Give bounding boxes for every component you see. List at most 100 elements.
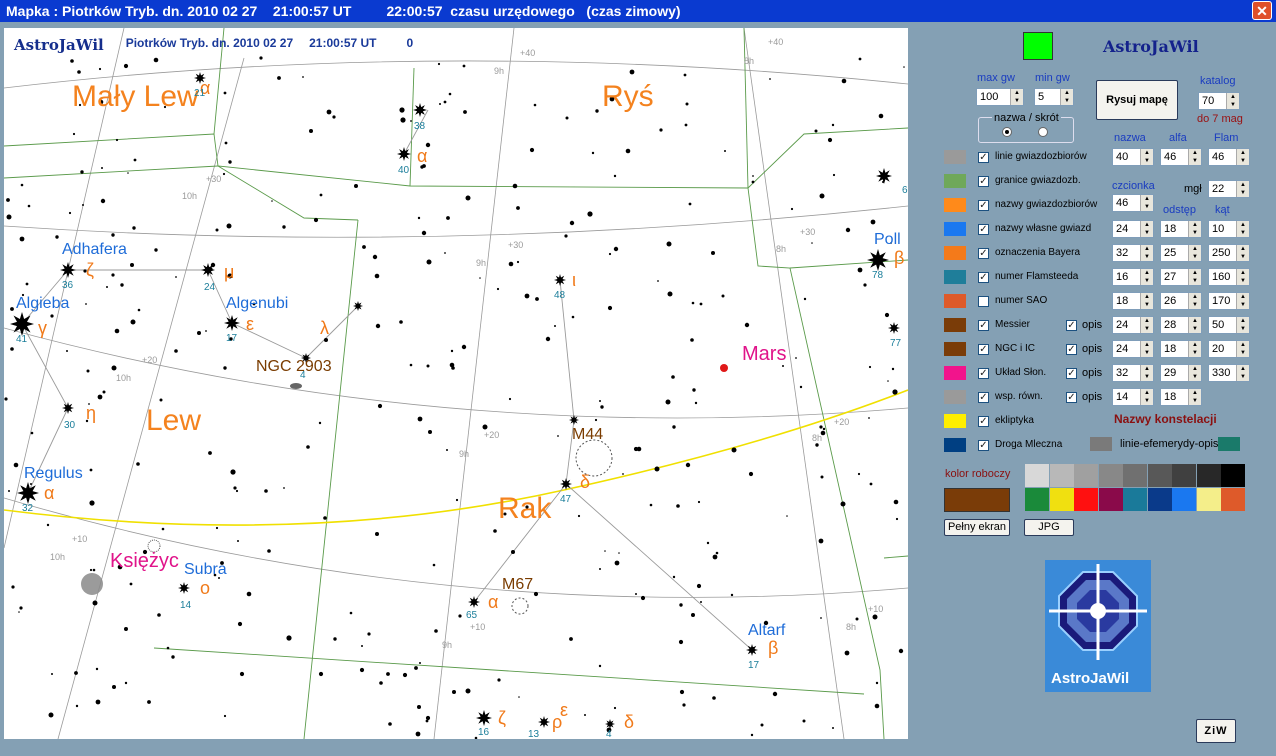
palette-color[interactable] [1196,488,1221,511]
layer-checkbox[interactable] [978,296,989,307]
layer-color-swatch[interactable] [944,438,966,452]
layer-checkbox[interactable]: ✓ [978,176,989,187]
layer-checkbox[interactable]: ✓ [978,248,989,259]
layer-value-spinner[interactable]: 14 ▲ ▼ [1112,388,1154,406]
opis-checkbox[interactable]: ✓ [1066,368,1077,379]
layer-checkbox[interactable]: ✓ [978,320,989,331]
layer-value-spinner[interactable]: 32 ▲ ▼ [1112,244,1154,262]
spinner-arrows-icon[interactable]: ▲ ▼ [1188,341,1201,357]
fullscreen-button[interactable]: Pełny ekran [944,519,1010,536]
layer-checkbox[interactable]: ✓ [978,440,989,451]
palette-color[interactable] [1049,464,1074,487]
layer-value-spinner[interactable]: 16 ▲ ▼ [1112,268,1154,286]
spinner-arrows-icon[interactable]: ▲ ▼ [1140,317,1153,333]
font-size-alfa-spinner[interactable]: 46 ▲ ▼ [1160,148,1202,166]
spinner-arrows-icon[interactable]: ▲ ▼ [1226,93,1239,109]
layer-value-spinner[interactable]: 160 ▲ ▼ [1208,268,1250,286]
layer-value-spinner[interactable]: 20 ▲ ▼ [1208,340,1250,358]
opis-checkbox[interactable]: ✓ [1066,320,1077,331]
layer-color-swatch[interactable] [944,318,966,332]
spinner-arrows-icon[interactable]: ▲ ▼ [1188,149,1201,165]
layer-color-swatch[interactable] [944,222,966,236]
spinner-arrows-icon[interactable]: ▲ ▼ [1010,89,1023,105]
layer-value-spinner[interactable]: 25 ▲ ▼ [1160,244,1202,262]
layer-value-spinner[interactable]: 24 ▲ ▼ [1112,220,1154,238]
layer-color-swatch[interactable] [944,246,966,260]
radio-name[interactable] [1002,127,1012,137]
layer-value-spinner[interactable]: 250 ▲ ▼ [1208,244,1250,262]
spinner-arrows-icon[interactable]: ▲ ▼ [1140,365,1153,381]
palette-color[interactable] [1074,488,1098,511]
spinner-arrows-icon[interactable]: ▲ ▼ [1236,221,1249,237]
spinner-arrows-icon[interactable]: ▲ ▼ [1188,317,1201,333]
font-size-flam-spinner[interactable]: 46 ▲ ▼ [1208,148,1250,166]
palette-color[interactable] [1221,488,1245,511]
layer-value-spinner[interactable]: 24 ▲ ▼ [1112,340,1154,358]
layer-color-swatch[interactable] [944,270,966,284]
layer-value-spinner[interactable]: 26 ▲ ▼ [1160,292,1202,310]
layer-checkbox[interactable]: ✓ [978,368,989,379]
palette-color[interactable] [1172,488,1196,511]
mgl-spinner[interactable]: 22 ▲ ▼ [1208,180,1250,198]
catalog-spinner[interactable]: 70 ▲ ▼ [1198,92,1240,110]
ephem-swatch[interactable] [1090,437,1112,451]
spinner-arrows-icon[interactable]: ▲ ▼ [1188,221,1201,237]
font-size-name-spinner[interactable]: 40 ▲ ▼ [1112,148,1154,166]
layer-value-spinner[interactable]: 18 ▲ ▼ [1160,220,1202,238]
layer-value-spinner[interactable]: 330 ▲ ▼ [1208,364,1250,382]
spinner-arrows-icon[interactable]: ▲ ▼ [1140,195,1153,211]
spinner-arrows-icon[interactable]: ▲ ▼ [1140,221,1153,237]
opis-checkbox[interactable]: ✓ [1066,392,1077,403]
spinner-arrows-icon[interactable]: ▲ ▼ [1140,293,1153,309]
layer-value-spinner[interactable]: 18 ▲ ▼ [1112,292,1154,310]
ziw-button[interactable]: ZiW [1196,719,1236,743]
radio-short[interactable] [1038,127,1048,137]
layer-checkbox[interactable]: ✓ [978,344,989,355]
layer-value-spinner[interactable]: 18 ▲ ▼ [1160,388,1202,406]
layer-value-spinner[interactable]: 10 ▲ ▼ [1208,220,1250,238]
spinner-arrows-icon[interactable]: ▲ ▼ [1236,365,1249,381]
palette-color[interactable] [1049,488,1074,511]
palette-color[interactable] [1098,464,1123,487]
spinner-arrows-icon[interactable]: ▲ ▼ [1188,389,1201,405]
spinner-arrows-icon[interactable]: ▲ ▼ [1236,269,1249,285]
jpg-button[interactable]: JPG [1024,519,1074,536]
palette-color[interactable] [1196,464,1221,487]
palette-color[interactable] [1147,488,1172,511]
layer-checkbox[interactable]: ✓ [978,416,989,427]
layer-color-swatch[interactable] [944,390,966,404]
draw-map-button[interactable]: Rysuj mapę [1096,80,1178,120]
layer-value-spinner[interactable]: 28 ▲ ▼ [1160,316,1202,334]
layer-color-swatch[interactable] [944,198,966,212]
ephem-desc-swatch[interactable] [1218,437,1240,451]
layer-color-swatch[interactable] [944,294,966,308]
layer-checkbox[interactable]: ✓ [978,224,989,235]
spinner-arrows-icon[interactable]: ▲ ▼ [1188,269,1201,285]
spinner-arrows-icon[interactable]: ▲ ▼ [1236,341,1249,357]
spinner-arrows-icon[interactable]: ▲ ▼ [1140,245,1153,261]
spinner-arrows-icon[interactable]: ▲ ▼ [1060,89,1073,105]
spinner-arrows-icon[interactable]: ▲ ▼ [1188,245,1201,261]
spinner-arrows-icon[interactable]: ▲ ▼ [1188,293,1201,309]
star-map[interactable]: AstroJaWil Piotrków Tryb. dn. 2010 02 27… [4,28,908,739]
spinner-arrows-icon[interactable]: ▲ ▼ [1236,149,1249,165]
palette-color[interactable] [1221,464,1245,487]
opis-checkbox[interactable]: ✓ [1066,344,1077,355]
layer-color-swatch[interactable] [944,414,966,428]
spinner-arrows-icon[interactable]: ▲ ▼ [1236,181,1249,197]
spinner-arrows-icon[interactable]: ▲ ▼ [1188,365,1201,381]
layer-color-swatch[interactable] [944,150,966,164]
max-gw-spinner[interactable]: 100 ▲ ▼ [976,88,1024,106]
layer-checkbox[interactable]: ✓ [978,152,989,163]
spinner-arrows-icon[interactable]: ▲ ▼ [1140,149,1153,165]
palette-color[interactable] [1123,464,1147,487]
palette-color[interactable] [1147,464,1172,487]
layer-value-spinner[interactable]: 170 ▲ ▼ [1208,292,1250,310]
layer-value-spinner[interactable]: 18 ▲ ▼ [1160,340,1202,358]
layer-value-spinner[interactable]: 32 ▲ ▼ [1112,364,1154,382]
close-button[interactable]: ✕ [1252,1,1272,20]
czcionka-spinner[interactable]: 46 ▲ ▼ [1112,194,1154,212]
palette-color[interactable] [1123,488,1147,511]
layer-color-swatch[interactable] [944,174,966,188]
layer-color-swatch[interactable] [944,366,966,380]
